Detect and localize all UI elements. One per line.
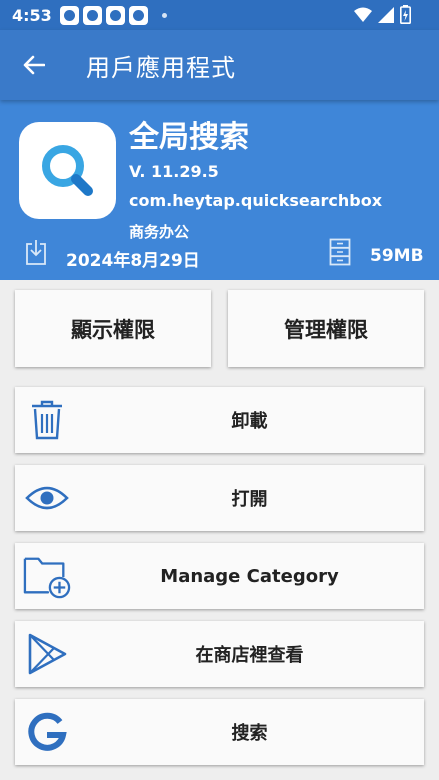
search-button[interactable]: 搜索 xyxy=(15,699,424,765)
search-label: 搜索 xyxy=(231,723,268,744)
signal-icon xyxy=(378,6,394,23)
battery-icon xyxy=(400,5,411,24)
wifi-icon xyxy=(354,7,372,22)
uninstall-label: 卸載 xyxy=(231,411,268,432)
page-title: 用戶應用程式 xyxy=(86,53,236,82)
app-version: V. 11.29.5 xyxy=(129,162,219,181)
app-header: 全局搜索 V. 11.29.5 com.heytap.quicksearchbo… xyxy=(0,100,439,280)
manage-category-button[interactable]: Manage Category xyxy=(15,543,424,609)
app-icon xyxy=(19,122,116,219)
app-category: 商务办公 xyxy=(129,223,190,241)
view-in-store-label: 在商店裡查看 xyxy=(195,645,304,666)
download-icon xyxy=(26,240,46,265)
search-app-icon xyxy=(41,144,93,196)
google-icon xyxy=(23,709,71,755)
trash-icon xyxy=(23,397,71,443)
back-button[interactable] xyxy=(12,43,56,87)
app-name: 全局搜索 xyxy=(129,120,249,155)
view-in-store-button[interactable]: 在商店裡查看 xyxy=(15,621,424,687)
notification-icon xyxy=(59,5,79,25)
eye-icon xyxy=(23,475,71,521)
notification-icon xyxy=(105,5,125,25)
status-icons xyxy=(354,5,411,24)
open-button[interactable]: 打開 xyxy=(15,465,424,531)
folder-add-icon xyxy=(23,553,71,599)
notification-icon xyxy=(128,5,148,25)
status-time: 4:53 xyxy=(12,5,52,25)
app-size: 59MB xyxy=(370,246,424,266)
storage-icon xyxy=(329,238,351,266)
app-bar: 用戶應用程式 xyxy=(0,30,439,100)
manage-category-label: Manage Category xyxy=(160,565,339,587)
uninstall-button[interactable]: 卸載 xyxy=(15,387,424,453)
notification-icon xyxy=(82,5,102,25)
open-label: 打開 xyxy=(231,489,268,510)
arrow-left-icon xyxy=(23,55,45,75)
app-package-name: com.heytap.quicksearchbox xyxy=(129,191,383,210)
more-notifications-icon xyxy=(161,12,167,18)
manage-permissions-button[interactable]: 管理權限 xyxy=(228,290,424,367)
install-date: 2024年8月29日 xyxy=(66,251,200,271)
play-store-icon xyxy=(23,631,71,677)
status-bar: 4:53 xyxy=(0,0,439,30)
show-permissions-button[interactable]: 顯示權限 xyxy=(15,290,211,367)
